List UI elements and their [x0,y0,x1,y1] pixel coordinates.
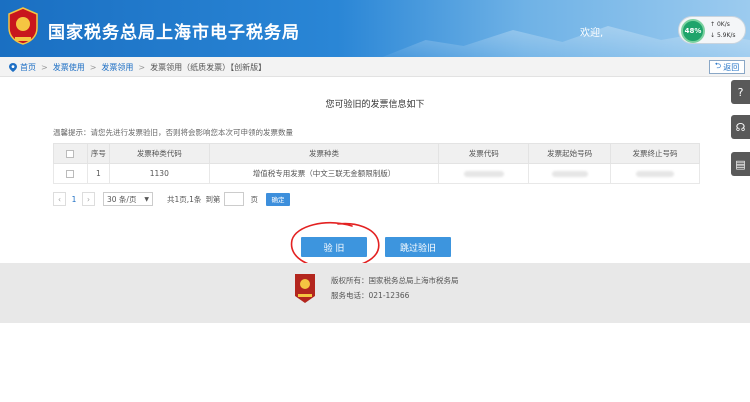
footer-phone: 服务电话：021-12366 [331,291,410,300]
row-select-cell[interactable] [53,163,88,184]
calculator-icon[interactable]: ▤ [731,152,750,176]
table-row[interactable]: 1 1130 增值税专用发票（中文三联无金额限制版） [53,163,700,184]
footer: 版权所有：国家税务总局上海市税务局 服务电话：021-12366 [0,263,750,323]
site-title: 国家税务总局上海市电子税务局 [48,23,300,43]
location-pin-icon [9,63,17,72]
headset-icon[interactable]: ☊ [731,115,750,139]
breadcrumb-separator: > [41,63,48,72]
total-count: 共1页,1条 [167,194,202,204]
tax-emblem-icon [8,7,38,45]
select-all-checkbox[interactable] [66,150,75,158]
page-unit-label: 页 [250,194,258,204]
row-type-code: 1130 [108,163,210,184]
row-invoice-code-redacted [438,163,530,184]
page-size-select[interactable]: 30 条/页 ▼ [103,192,153,206]
header-banner: 国家税务总局上海市电子税务局 欢迎, 48% ↑ 0K/s ↓ 5.9K/s [0,0,750,57]
col-type-name: 发票种类 [208,143,440,164]
gauge-percent: 48% [681,19,705,43]
welcome-text: 欢迎, [580,28,604,39]
col-index: 序号 [86,143,110,164]
goto-page-input[interactable] [224,192,245,206]
row-checkbox[interactable] [66,170,75,178]
download-speed: ↓ 5.9K/s [710,32,736,39]
breadcrumb-bar: 首页 > 发票使用 > 发票领用 > 发票领用（纸质发票）【创新版】 [0,57,750,77]
table-header-row: 序号 发票种类代码 发票种类 发票代码 发票起始号码 发票终止号码 [53,143,700,164]
footer-copyright: 版权所有：国家税务总局上海市税务局 [331,276,459,285]
breadcrumb: 首页 > 发票使用 > 发票领用 > 发票领用（纸质发票）【创新版】 [9,62,266,73]
page-heading: 您可验旧的发票信息如下 [325,100,425,110]
back-button[interactable]: ⮌ 返回 [709,60,745,74]
invoice-table: 序号 发票种类代码 发票种类 发票代码 发票起始号码 发票终止号码 1 1130… [53,143,700,184]
chevron-down-icon: ▼ [144,195,149,203]
network-speed-widget[interactable]: 48% ↑ 0K/s ↓ 5.9K/s [678,16,746,44]
row-index: 1 [86,163,110,184]
breadcrumb-invoice-claim[interactable]: 发票领用 [101,62,133,73]
page-size-value: 30 条/页 [107,194,137,204]
tax-service-logo [295,274,315,303]
goto-confirm-button[interactable]: 确定 [265,192,290,206]
breadcrumb-separator: > [89,63,97,72]
breadcrumb-separator: > [138,63,146,72]
verify-old-button[interactable]: 验 旧 [301,237,367,257]
page: 国家税务总局上海市电子税务局 欢迎, 48% ↑ 0K/s ↓ 5.9K/s 首… [0,0,750,402]
upload-speed: ↑ 0K/s [710,21,730,28]
col-invoice-code: 发票代码 [438,143,530,164]
skip-verify-button[interactable]: 跳过验旧 [385,237,451,257]
back-label: 返回 [723,62,740,72]
row-start-number-redacted [528,163,612,184]
next-page-button[interactable]: › [82,192,95,206]
breadcrumb-home[interactable]: 首页 [20,62,36,73]
warm-tip: 温馨提示：请您先进行发票验旧，否则将会影响您本次可申领的发票数量 [53,128,293,137]
goto-label: 到第 [205,194,221,204]
col-type-code: 发票种类代码 [108,143,210,164]
prev-page-button[interactable]: ‹ [53,192,66,206]
breadcrumb-current: 发票领用（纸质发票）【创新版】 [150,63,267,72]
select-all-cell[interactable] [53,143,88,164]
back-arrow-icon: ⮌ [714,61,722,70]
row-end-number-redacted [610,163,700,184]
row-type-name: 增值税专用发票（中文三联无金额限制版） [208,163,440,184]
current-page[interactable]: 1 [66,195,82,204]
pagination: ‹ 1 › 30 条/页 ▼ 共1页,1条 到第 页 确定 [53,192,290,206]
col-end-number: 发票终止号码 [610,143,700,164]
col-start-number: 发票起始号码 [528,143,612,164]
breadcrumb-invoice-use[interactable]: 发票使用 [53,62,85,73]
